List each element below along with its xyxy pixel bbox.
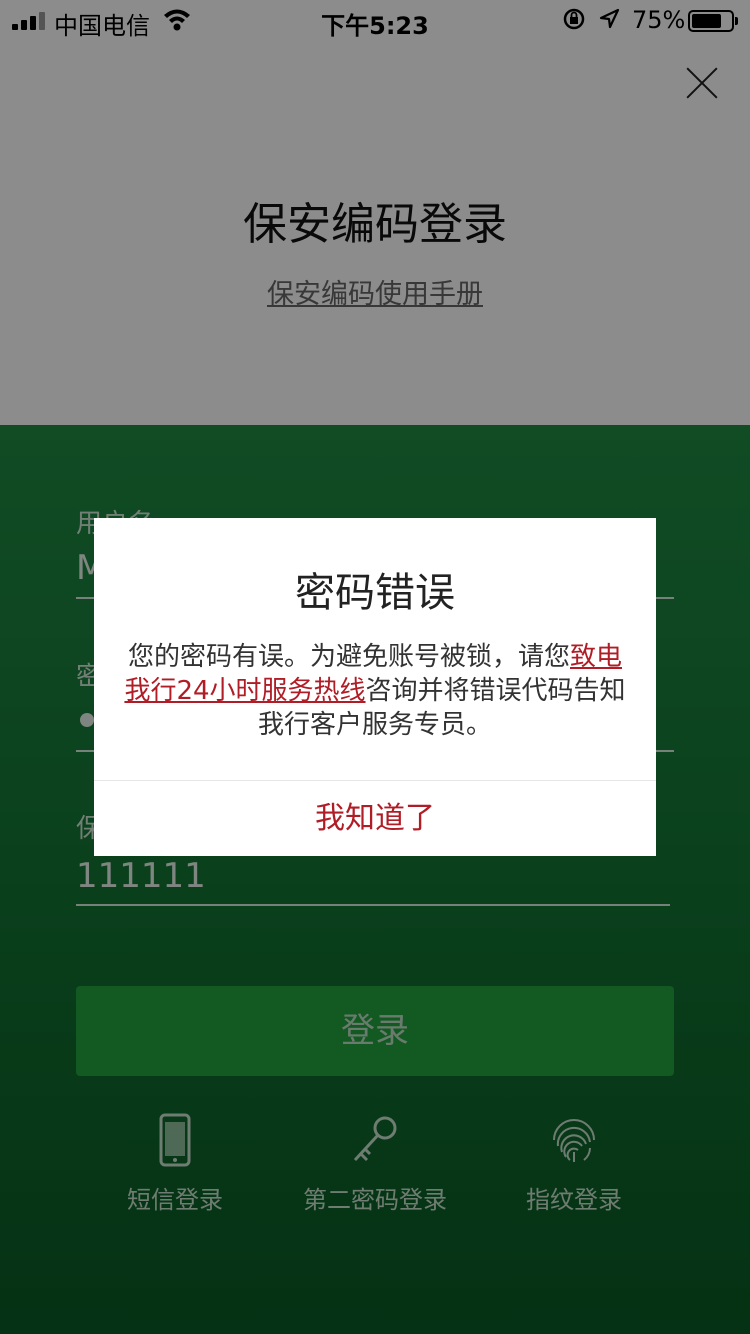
dialog-message-text-1: 您的密码有误。为避免账号被锁，请您 bbox=[127, 642, 570, 672]
dialog-message: 您的密码有误。为避免账号被锁，请您致电我行24小时服务热线咨询并将错误代码告知我… bbox=[120, 640, 630, 742]
dialog-title: 密码错误 bbox=[295, 570, 455, 616]
error-dialog: 密码错误 您的密码有误。为避免账号被锁，请您致电我行24小时服务热线咨询并将错误… bbox=[94, 518, 656, 856]
dialog-confirm-button[interactable]: 我知道了 bbox=[94, 781, 656, 856]
